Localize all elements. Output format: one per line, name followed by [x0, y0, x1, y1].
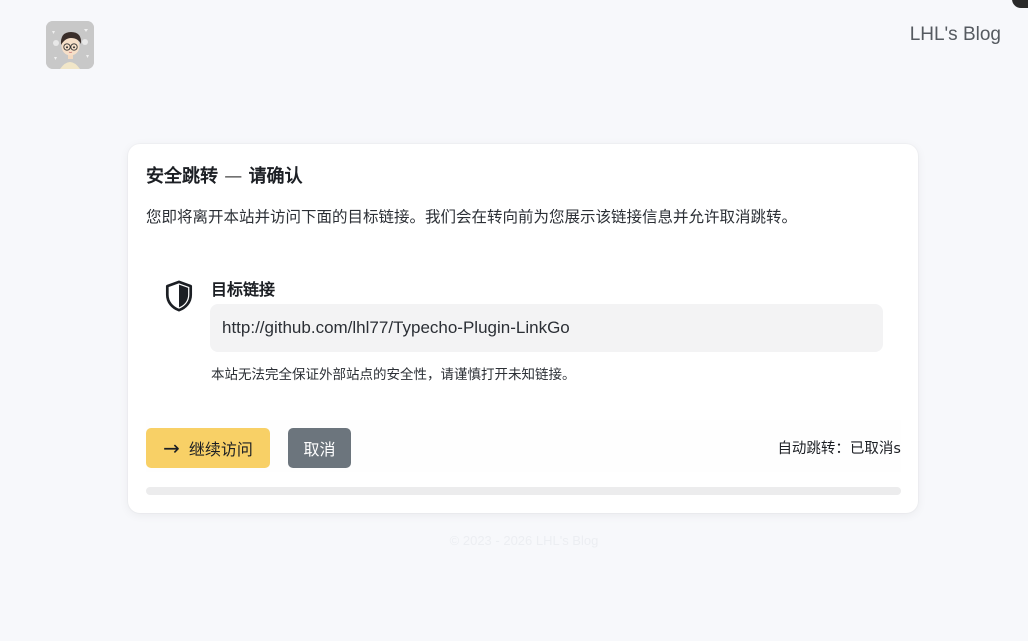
page: LHL's Blog 安全跳转 — 请确认 您即将离开本站并访问下面的目标链接。…	[0, 0, 1028, 641]
continue-button[interactable]: → 继续访问	[146, 428, 270, 468]
shield-icon	[165, 280, 193, 312]
card-title-separator: —	[224, 166, 243, 187]
footer-copyright: © 2023 - 2026 LHL's Blog	[449, 533, 599, 548]
cancel-button[interactable]: 取消	[288, 428, 351, 468]
avatar[interactable]	[46, 21, 94, 69]
auto-redirect-status: 自动跳转：已取消s	[777, 441, 901, 457]
target-url[interactable]: http://github.com/lhl77/Typecho-Plugin-L…	[210, 304, 883, 352]
actions-bar: → 继续访问 取消 自动跳转：已取消s	[146, 420, 901, 472]
safety-warning: 本站无法完全保证外部站点的安全性，请谨慎打开未知链接。	[211, 367, 576, 383]
redirect-progress-bar	[146, 487, 901, 495]
target-link-label: 目标链接	[211, 280, 276, 299]
redirect-card: 安全跳转 — 请确认 您即将离开本站并访问下面的目标链接。我们会在转向前为您展示…	[128, 144, 918, 513]
corner-badge	[1012, 0, 1028, 8]
cancel-button-label: 取消	[303, 440, 336, 459]
continue-button-label: 继续访问	[188, 440, 253, 459]
arrow-right-icon: →	[163, 436, 180, 460]
intro-text: 您即将离开本站并访问下面的目标链接。我们会在转向前为您展示该链接信息并允许取消跳…	[146, 208, 798, 226]
card-title-confirm: 请确认	[248, 166, 303, 187]
avatar-image	[46, 21, 94, 69]
site-title-link[interactable]: LHL's Blog	[910, 24, 1001, 46]
card-title: 安全跳转 — 请确认	[146, 162, 303, 188]
card-title-main: 安全跳转	[146, 166, 218, 187]
